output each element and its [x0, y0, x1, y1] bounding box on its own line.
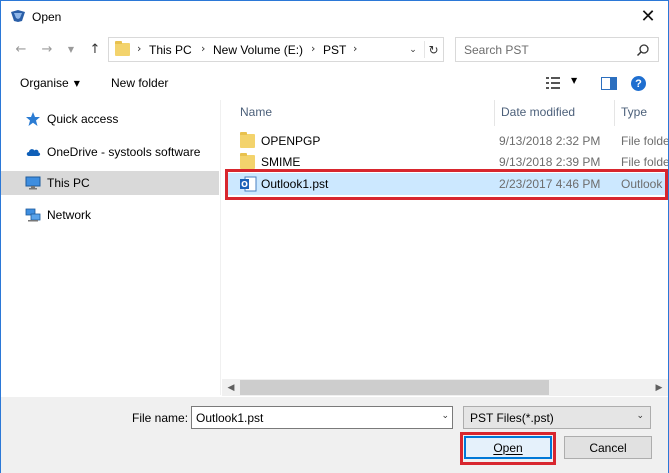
file-name-input[interactable]: Outlook1.pst ⌄	[191, 406, 453, 429]
column-header-type[interactable]: Type	[621, 105, 647, 119]
scroll-right-button[interactable]: ▶	[651, 380, 667, 395]
file-name-value: Outlook1.pst	[196, 411, 264, 425]
folder-icon	[240, 132, 255, 148]
star-icon	[26, 112, 40, 126]
file-type-value: PST Files(*.pst)	[470, 411, 554, 425]
sidebar-item-label: OneDrive - systools software	[47, 145, 201, 159]
column-divider[interactable]	[614, 100, 615, 126]
new-folder-button[interactable]: New folder	[111, 76, 168, 90]
navigation-pane: Quick access OneDrive - systools softwar…	[1, 100, 220, 395]
search-icon	[636, 44, 649, 57]
address-history-dropdown[interactable]: ⌄	[405, 41, 421, 58]
breadcrumb-this-pc[interactable]: This PC	[149, 43, 192, 57]
breadcrumb-separator-icon: ›	[311, 42, 316, 55]
chevron-down-icon: ⌄	[636, 411, 644, 421]
cancel-button-label: Cancel	[589, 440, 627, 455]
sidebar-item-onedrive[interactable]: OneDrive - systools software	[1, 140, 219, 164]
file-type-select[interactable]: PST Files(*.pst) ⌄	[463, 406, 651, 429]
arrow-right-icon: →	[41, 41, 53, 57]
back-button[interactable]: ←	[11, 39, 31, 59]
search-input[interactable]: Search PST	[455, 37, 659, 62]
file-type: File folder	[621, 134, 668, 148]
arrow-up-icon: ↑	[89, 41, 101, 57]
chevron-down-icon: ▼	[67, 44, 75, 54]
address-bar[interactable]: › This PC › New Volume (E:) › PST › ⌄ ↻	[108, 37, 444, 62]
chevron-down-icon: ▼	[73, 79, 80, 88]
breadcrumb-separator-icon: ›	[137, 42, 142, 55]
up-button[interactable]: ↑	[85, 39, 105, 59]
sidebar-item-quick-access[interactable]: Quick access	[1, 107, 219, 131]
sort-ascending-icon: ⌃	[360, 100, 369, 107]
refresh-icon: ↻	[428, 42, 439, 57]
cancel-button[interactable]: Cancel	[564, 436, 652, 459]
file-name: OPENPGP	[261, 134, 321, 148]
folder-icon	[240, 153, 255, 169]
close-button[interactable]: ✕	[636, 5, 660, 27]
chevron-right-icon: ▶	[655, 382, 663, 393]
computer-icon	[25, 176, 41, 190]
sidebar-item-network[interactable]: Network	[1, 203, 219, 227]
scrollbar-thumb[interactable]	[240, 380, 549, 395]
chevron-down-icon[interactable]: ▼	[571, 76, 577, 85]
column-header-date-modified[interactable]: Date modified	[501, 105, 575, 119]
file-date: 9/13/2018 2:32 PM	[499, 134, 601, 148]
organise-label: Organise	[20, 76, 69, 90]
organise-button[interactable]: Organise ▼	[20, 76, 80, 90]
breadcrumb-separator-icon: ›	[353, 42, 358, 55]
sidebar-item-label: Quick access	[47, 112, 119, 126]
app-icon	[11, 10, 25, 22]
file-list: ⌃ Name Date modified Type OPENPGP 9/13/2…	[221, 100, 668, 395]
file-name: SMIME	[261, 155, 301, 169]
breadcrumb-new-volume[interactable]: New Volume (E:)	[213, 43, 303, 57]
scroll-left-button[interactable]: ◀	[223, 380, 239, 395]
column-header-name[interactable]: Name	[240, 105, 272, 119]
cloud-icon	[26, 149, 41, 156]
window-title: Open	[32, 10, 62, 24]
command-toolbar: Organise ▼ New folder ▼ ?	[1, 69, 668, 99]
arrow-left-icon: ←	[15, 41, 27, 57]
chevron-left-icon: ◀	[227, 382, 235, 393]
sidebar-item-this-pc[interactable]: This PC	[1, 171, 219, 195]
network-icon	[25, 208, 41, 222]
refresh-button[interactable]: ↻	[424, 41, 442, 58]
file-row-openpgp[interactable]: OPENPGP 9/13/2018 2:32 PM File folder	[225, 130, 668, 152]
breadcrumb-separator-icon: ›	[201, 42, 206, 55]
close-icon: ✕	[640, 5, 656, 27]
column-divider[interactable]	[494, 100, 495, 126]
breadcrumb-pst[interactable]: PST	[323, 43, 346, 57]
sidebar-item-label: This PC	[47, 176, 90, 190]
selected-file-highlight	[225, 169, 668, 200]
sidebar-item-label: Network	[47, 208, 92, 222]
chevron-down-icon[interactable]: ⌄	[441, 411, 449, 421]
title-bar: Open ✕	[1, 1, 668, 32]
new-folder-label: New folder	[111, 76, 169, 90]
chevron-down-icon: ⌄	[409, 44, 417, 55]
navigation-bar: ← → ▼ ↑ › This PC › New Volume (E:) › PS…	[1, 35, 668, 65]
file-name-label: File name:	[132, 411, 189, 425]
forward-button[interactable]: →	[37, 39, 57, 59]
open-button-highlight	[460, 432, 556, 465]
open-file-dialog: Open ✕ ← → ▼ ↑ › This PC › New Volume (E…	[0, 0, 669, 473]
file-date: 9/13/2018 2:39 PM	[499, 155, 601, 169]
recent-locations-button[interactable]: ▼	[61, 39, 81, 59]
folder-icon	[115, 41, 130, 56]
dialog-footer: File name: Outlook1.pst ⌄ PST Files(*.ps…	[1, 397, 668, 473]
file-type: File folder	[621, 155, 668, 169]
view-options-icon[interactable]	[546, 77, 560, 89]
preview-pane-icon[interactable]	[601, 77, 617, 90]
search-placeholder: Search PST	[464, 43, 529, 57]
horizontal-scrollbar[interactable]: ◀ ▶	[222, 379, 668, 396]
help-icon[interactable]: ?	[631, 76, 646, 91]
